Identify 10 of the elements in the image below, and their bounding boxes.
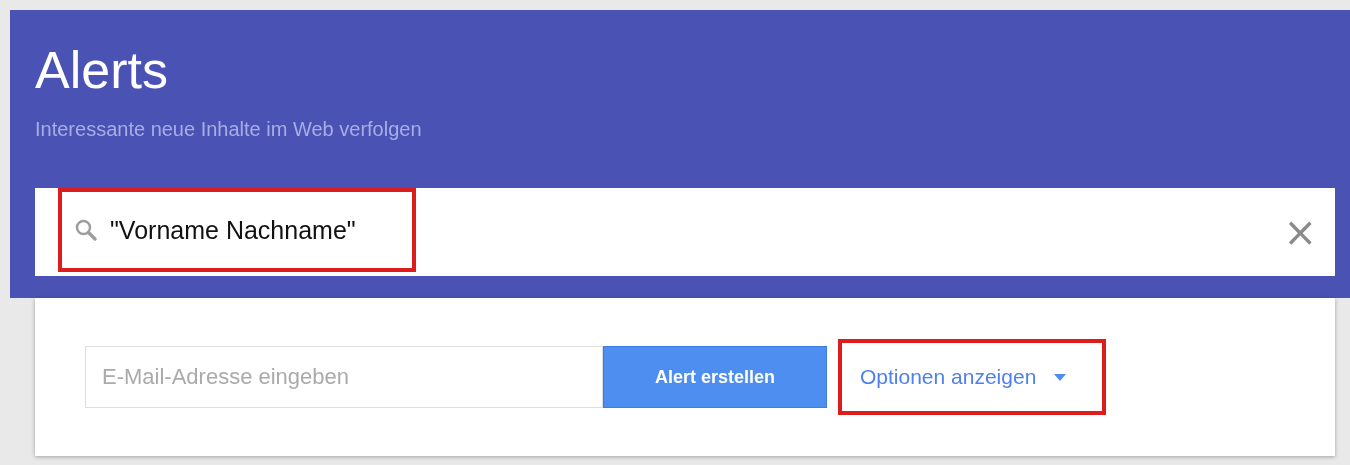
- close-button[interactable]: ×: [1277, 212, 1323, 252]
- email-input-field[interactable]: E-Mail-Adresse eingeben: [85, 346, 603, 408]
- search-query: "Vorname Nachname": [110, 215, 356, 245]
- show-options-link[interactable]: Optionen anzeigen: [860, 365, 1037, 389]
- page-title: Alerts: [35, 40, 168, 100]
- search-icon: [74, 218, 98, 242]
- caret-icon: [1054, 373, 1067, 381]
- search-field[interactable]: "Vorname Nachname" ×: [35, 188, 1335, 276]
- create-alert-button[interactable]: Alert erstellen: [603, 346, 827, 408]
- page-subtitle: Interessante neue Inhalte im Web verfolgen: [35, 118, 422, 141]
